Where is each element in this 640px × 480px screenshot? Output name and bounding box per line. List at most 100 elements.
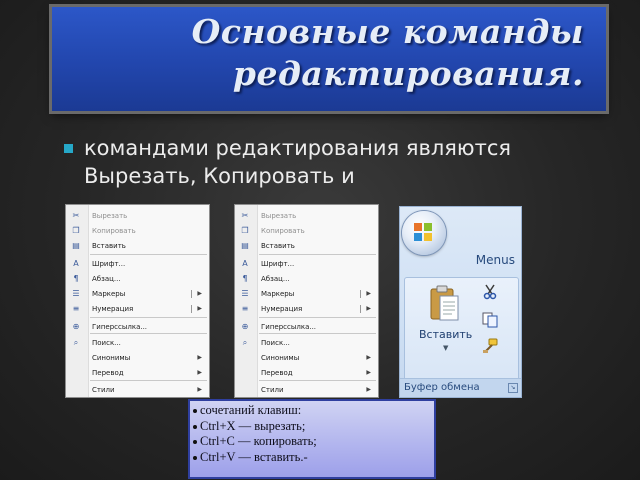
menu-separator: [259, 333, 376, 334]
paragraph-icon: ¶: [73, 274, 79, 283]
bullet-square-icon: [64, 144, 73, 153]
office-button-icon[interactable]: [402, 211, 446, 255]
menu-item-label: Перевод: [92, 369, 124, 377]
shortcuts-note-box: сочетаний клавиш: Ctrl+X — вырезать; Ctr…: [188, 399, 436, 479]
menu-item-label: Нумерация: [261, 305, 303, 313]
menu-item[interactable]: ✂ Вырезать: [66, 210, 209, 222]
menu-item-label: Гиперссылка...: [92, 323, 148, 331]
menu-item-label: Абзац...: [92, 275, 121, 283]
copy-icon: ❐: [72, 226, 80, 235]
paste-dropdown-icon[interactable]: ▼: [443, 344, 448, 352]
shortcut-line: Ctrl+X — вырезать;: [193, 419, 434, 435]
menu-item[interactable]: ⌕ Поиск...: [235, 337, 378, 349]
bullets-icon: ☰: [72, 289, 80, 298]
menu-item[interactable]: Стили ▶: [235, 384, 378, 396]
menu-item-label: Шрифт...: [92, 260, 126, 268]
menu-item[interactable]: ⌕ Поиск...: [66, 337, 209, 349]
menu-item-label: Маркеры: [92, 290, 126, 298]
paste-button-label[interactable]: Вставить: [419, 328, 472, 341]
menu-item[interactable]: Перевод ▶: [66, 367, 209, 379]
submenu-arrow-icon: ▶: [366, 354, 371, 361]
clipboard-group-footer: Буфер обмена ↘: [400, 378, 521, 397]
scissors-icon: ✂: [72, 211, 80, 220]
copy-icon[interactable]: [481, 312, 499, 328]
menu-separator: [90, 380, 207, 381]
dialog-launcher-icon[interactable]: ↘: [508, 383, 518, 393]
bullet-text: командами редактирования являются Выреза…: [84, 136, 511, 188]
split-divider: [360, 290, 361, 298]
slide-title-banner: Основные команды редактирования.: [52, 7, 606, 111]
menu-item-label: Копировать: [261, 227, 305, 235]
submenu-arrow-icon: ▶: [197, 386, 202, 393]
context-menu-1: ✂ Вырезать ❐ Копировать ▤ Вставить A Шрифт... ¶ А…: [65, 204, 210, 398]
paste-large-icon[interactable]: [429, 284, 461, 324]
numbering-icon: ≡: [72, 304, 80, 313]
menu-item-label: Синонимы: [261, 354, 300, 362]
menus-tab[interactable]: Menus: [476, 253, 515, 267]
menu-item-label: Поиск...: [261, 339, 290, 347]
menu-item-label: Копировать: [92, 227, 136, 235]
menu-item-label: Синонимы: [92, 354, 131, 362]
font-icon: A: [242, 259, 248, 268]
split-divider: [191, 305, 192, 313]
menu-item[interactable]: ▤ Вставить: [235, 240, 378, 252]
menu-separator: [259, 254, 376, 255]
menu-item[interactable]: ≡ Нумерация ▶: [66, 303, 209, 315]
menu-item[interactable]: Стили ▶: [66, 384, 209, 396]
menu-item[interactable]: ▤ Вставить: [66, 240, 209, 252]
menu-item[interactable]: ⊕ Гиперссылка...: [66, 321, 209, 333]
menu-item-label: Гиперссылка...: [261, 323, 317, 331]
menu-item[interactable]: ❐ Копировать: [66, 225, 209, 237]
menu-item[interactable]: ¶ Абзац...: [235, 273, 378, 285]
submenu-arrow-icon: ▶: [366, 290, 371, 297]
format-painter-icon[interactable]: [481, 338, 499, 354]
menu-item[interactable]: ¶ Абзац...: [66, 273, 209, 285]
cut-icon[interactable]: [481, 284, 499, 300]
menu-item-label: Стили: [261, 386, 284, 394]
menu-item-label: Поиск...: [92, 339, 121, 347]
hyperlink-icon: ⊕: [241, 322, 249, 331]
menu-separator: [259, 380, 376, 381]
clipboard-ribbon-group: Menus Вставить ▼ Буфер обмена ↘: [399, 206, 522, 398]
submenu-arrow-icon: ▶: [366, 386, 371, 393]
menu-item-label: Абзац...: [261, 275, 290, 283]
context-menu-2: ✂ Вырезать ❐ Копировать ▤ Вставить A Шрифт... ¶ А…: [234, 204, 379, 398]
menu-item-label: Вырезать: [92, 212, 128, 220]
hyperlink-icon: ⊕: [72, 322, 80, 331]
menu-item[interactable]: Синонимы ▶: [66, 352, 209, 364]
submenu-arrow-icon: ▶: [197, 354, 202, 361]
search-icon: ⌕: [242, 338, 248, 347]
submenu-arrow-icon: ▶: [366, 305, 371, 312]
menu-item-label: Маркеры: [261, 290, 295, 298]
menu-item-label: Вставить: [92, 242, 126, 250]
scissors-icon: ✂: [241, 211, 249, 220]
shortcut-line: Ctrl+C — копировать;: [193, 434, 434, 450]
bullets-icon: ☰: [241, 289, 249, 298]
font-icon: A: [73, 259, 79, 268]
slide-title: Основные команды редактирования.: [191, 12, 584, 93]
menu-item-label: Вырезать: [261, 212, 297, 220]
submenu-arrow-icon: ▶: [197, 369, 202, 376]
menu-item[interactable]: ☰ Маркеры ▶: [235, 288, 378, 300]
shortcut-line: Ctrl+V — вставить.-: [193, 450, 434, 466]
menu-item[interactable]: A Шрифт...: [66, 258, 209, 270]
split-divider: [191, 290, 192, 298]
menu-item[interactable]: ✂ Вырезать: [235, 210, 378, 222]
menu-item-label: Вставить: [261, 242, 295, 250]
menu-item-label: Шрифт...: [261, 260, 295, 268]
menu-separator: [90, 317, 207, 318]
paste-icon: ▤: [241, 241, 249, 250]
menu-item[interactable]: Перевод ▶: [235, 367, 378, 379]
paragraph-icon: ¶: [242, 274, 248, 283]
menu-item[interactable]: ❐ Копировать: [235, 225, 378, 237]
menu-item[interactable]: ☰ Маркеры ▶: [66, 288, 209, 300]
menu-item[interactable]: A Шрифт...: [235, 258, 378, 270]
split-divider: [360, 305, 361, 313]
menu-item[interactable]: ≡ Нумерация ▶: [235, 303, 378, 315]
submenu-arrow-icon: ▶: [366, 369, 371, 376]
copy-icon: ❐: [241, 226, 249, 235]
menu-separator: [90, 254, 207, 255]
menu-item[interactable]: ⊕ Гиперссылка...: [235, 321, 378, 333]
menu-separator: [259, 317, 376, 318]
menu-item[interactable]: Синонимы ▶: [235, 352, 378, 364]
